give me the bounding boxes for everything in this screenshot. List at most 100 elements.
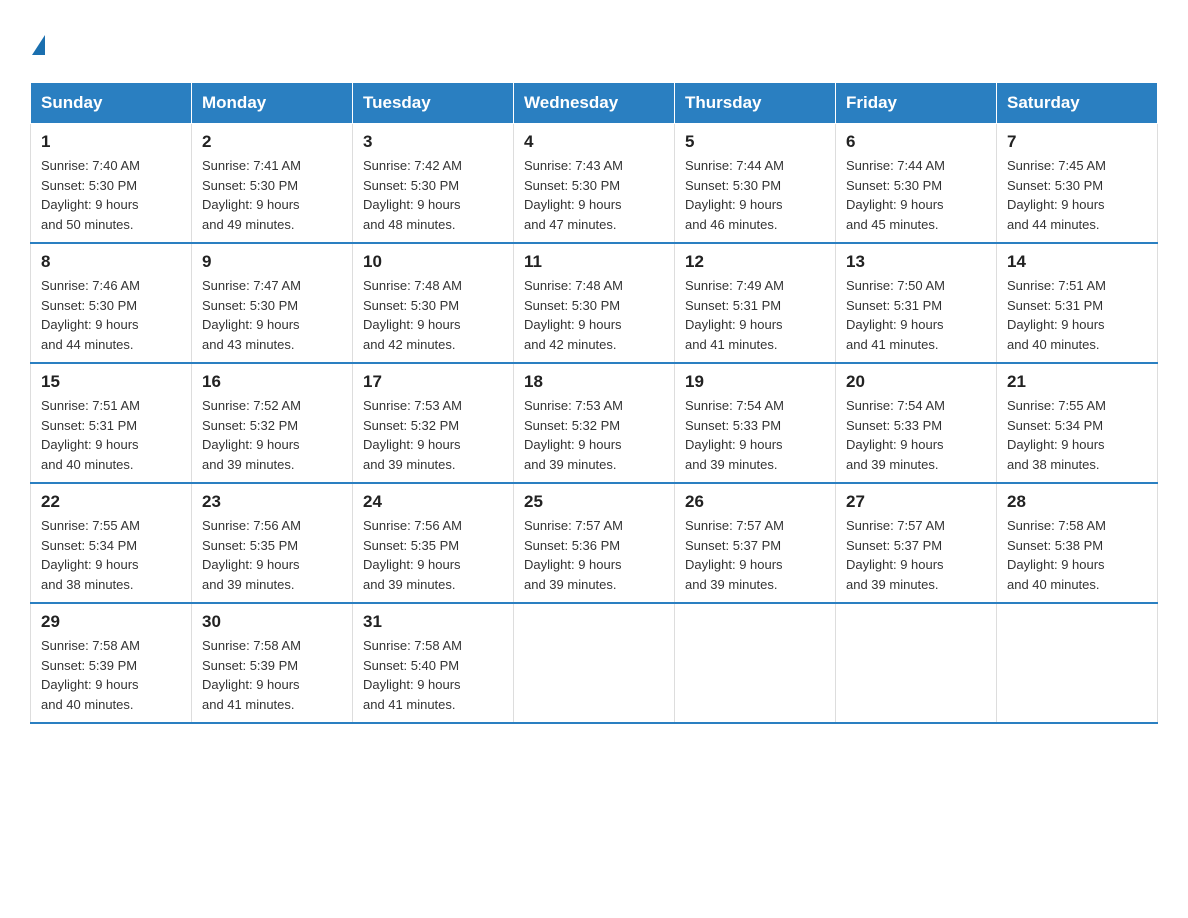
- calendar-day-cell: 17 Sunrise: 7:53 AMSunset: 5:32 PMDayligh…: [353, 363, 514, 483]
- day-number: 16: [202, 372, 342, 392]
- day-info: Sunrise: 7:41 AMSunset: 5:30 PMDaylight:…: [202, 156, 342, 234]
- calendar-day-cell: 22 Sunrise: 7:55 AMSunset: 5:34 PMDayligh…: [31, 483, 192, 603]
- weekday-header-monday: Monday: [192, 83, 353, 124]
- calendar-day-cell: [675, 603, 836, 723]
- day-info: Sunrise: 7:58 AMSunset: 5:38 PMDaylight:…: [1007, 516, 1147, 594]
- day-number: 12: [685, 252, 825, 272]
- day-info: Sunrise: 7:46 AMSunset: 5:30 PMDaylight:…: [41, 276, 181, 354]
- day-info: Sunrise: 7:53 AMSunset: 5:32 PMDaylight:…: [363, 396, 503, 474]
- calendar-week-row: 15 Sunrise: 7:51 AMSunset: 5:31 PMDayligh…: [31, 363, 1158, 483]
- calendar-day-cell: 12 Sunrise: 7:49 AMSunset: 5:31 PMDayligh…: [675, 243, 836, 363]
- day-info: Sunrise: 7:40 AMSunset: 5:30 PMDaylight:…: [41, 156, 181, 234]
- calendar-week-row: 8Sunrise: 7:46 AMSunset: 5:30 PMDaylight…: [31, 243, 1158, 363]
- calendar-day-cell: [836, 603, 997, 723]
- day-number: 21: [1007, 372, 1147, 392]
- day-number: 25: [524, 492, 664, 512]
- calendar-day-cell: 9Sunrise: 7:47 AMSunset: 5:30 PMDaylight…: [192, 243, 353, 363]
- weekday-header-sunday: Sunday: [31, 83, 192, 124]
- calendar-day-cell: 16 Sunrise: 7:52 AMSunset: 5:32 PMDayligh…: [192, 363, 353, 483]
- day-info: Sunrise: 7:49 AMSunset: 5:31 PMDaylight:…: [685, 276, 825, 354]
- page-header: [30, 20, 1158, 62]
- day-info: Sunrise: 7:56 AMSunset: 5:35 PMDaylight:…: [202, 516, 342, 594]
- calendar-day-cell: 25 Sunrise: 7:57 AMSunset: 5:36 PMDayligh…: [514, 483, 675, 603]
- calendar-day-cell: 10 Sunrise: 7:48 AMSunset: 5:30 PMDayligh…: [353, 243, 514, 363]
- day-number: 18: [524, 372, 664, 392]
- day-info: Sunrise: 7:55 AMSunset: 5:34 PMDaylight:…: [1007, 396, 1147, 474]
- day-info: Sunrise: 7:58 AMSunset: 5:40 PMDaylight:…: [363, 636, 503, 714]
- day-info: Sunrise: 7:54 AMSunset: 5:33 PMDaylight:…: [685, 396, 825, 474]
- day-info: Sunrise: 7:48 AMSunset: 5:30 PMDaylight:…: [524, 276, 664, 354]
- calendar-day-cell: 15 Sunrise: 7:51 AMSunset: 5:31 PMDayligh…: [31, 363, 192, 483]
- day-number: 24: [363, 492, 503, 512]
- day-number: 2: [202, 132, 342, 152]
- day-info: Sunrise: 7:44 AMSunset: 5:30 PMDaylight:…: [846, 156, 986, 234]
- calendar-day-cell: 23 Sunrise: 7:56 AMSunset: 5:35 PMDayligh…: [192, 483, 353, 603]
- day-number: 30: [202, 612, 342, 632]
- day-number: 19: [685, 372, 825, 392]
- calendar-day-cell: 5Sunrise: 7:44 AMSunset: 5:30 PMDaylight…: [675, 124, 836, 244]
- calendar-day-cell: 18 Sunrise: 7:53 AMSunset: 5:32 PMDayligh…: [514, 363, 675, 483]
- day-info: Sunrise: 7:51 AMSunset: 5:31 PMDaylight:…: [1007, 276, 1147, 354]
- calendar-day-cell: 29 Sunrise: 7:58 AMSunset: 5:39 PMDayligh…: [31, 603, 192, 723]
- day-number: 20: [846, 372, 986, 392]
- day-number: 7: [1007, 132, 1147, 152]
- day-number: 15: [41, 372, 181, 392]
- day-number: 14: [1007, 252, 1147, 272]
- calendar-week-row: 22 Sunrise: 7:55 AMSunset: 5:34 PMDayligh…: [31, 483, 1158, 603]
- day-number: 29: [41, 612, 181, 632]
- calendar-day-cell: 19 Sunrise: 7:54 AMSunset: 5:33 PMDayligh…: [675, 363, 836, 483]
- calendar-day-cell: 7 Sunrise: 7:45 AMSunset: 5:30 PMDaylight…: [997, 124, 1158, 244]
- day-info: Sunrise: 7:52 AMSunset: 5:32 PMDaylight:…: [202, 396, 342, 474]
- calendar-day-cell: 27Sunrise: 7:57 AMSunset: 5:37 PMDayligh…: [836, 483, 997, 603]
- calendar-day-cell: 31 Sunrise: 7:58 AMSunset: 5:40 PMDayligh…: [353, 603, 514, 723]
- calendar-day-cell: 24 Sunrise: 7:56 AMSunset: 5:35 PMDayligh…: [353, 483, 514, 603]
- day-info: Sunrise: 7:53 AMSunset: 5:32 PMDaylight:…: [524, 396, 664, 474]
- weekday-header-friday: Friday: [836, 83, 997, 124]
- calendar-day-cell: 30 Sunrise: 7:58 AMSunset: 5:39 PMDayligh…: [192, 603, 353, 723]
- logo-icon: [30, 30, 45, 62]
- day-info: Sunrise: 7:58 AMSunset: 5:39 PMDaylight:…: [202, 636, 342, 714]
- calendar-day-cell: 8Sunrise: 7:46 AMSunset: 5:30 PMDaylight…: [31, 243, 192, 363]
- calendar-table: SundayMondayTuesdayWednesdayThursdayFrid…: [30, 82, 1158, 724]
- day-info: Sunrise: 7:58 AMSunset: 5:39 PMDaylight:…: [41, 636, 181, 714]
- day-info: Sunrise: 7:50 AMSunset: 5:31 PMDaylight:…: [846, 276, 986, 354]
- weekday-header-saturday: Saturday: [997, 83, 1158, 124]
- day-info: Sunrise: 7:57 AMSunset: 5:37 PMDaylight:…: [685, 516, 825, 594]
- calendar-week-row: 1 Sunrise: 7:40 AMSunset: 5:30 PMDaylight…: [31, 124, 1158, 244]
- day-info: Sunrise: 7:57 AMSunset: 5:36 PMDaylight:…: [524, 516, 664, 594]
- day-number: 9: [202, 252, 342, 272]
- day-number: 11: [524, 252, 664, 272]
- day-info: Sunrise: 7:57 AMSunset: 5:37 PMDaylight:…: [846, 516, 986, 594]
- day-info: Sunrise: 7:51 AMSunset: 5:31 PMDaylight:…: [41, 396, 181, 474]
- day-info: Sunrise: 7:56 AMSunset: 5:35 PMDaylight:…: [363, 516, 503, 594]
- day-number: 10: [363, 252, 503, 272]
- day-info: Sunrise: 7:45 AMSunset: 5:30 PMDaylight:…: [1007, 156, 1147, 234]
- calendar-day-cell: [997, 603, 1158, 723]
- calendar-day-cell: 3Sunrise: 7:42 AMSunset: 5:30 PMDaylight…: [353, 124, 514, 244]
- weekday-header-wednesday: Wednesday: [514, 83, 675, 124]
- calendar-week-row: 29 Sunrise: 7:58 AMSunset: 5:39 PMDayligh…: [31, 603, 1158, 723]
- day-number: 17: [363, 372, 503, 392]
- calendar-day-cell: 6Sunrise: 7:44 AMSunset: 5:30 PMDaylight…: [836, 124, 997, 244]
- calendar-day-cell: 20 Sunrise: 7:54 AMSunset: 5:33 PMDayligh…: [836, 363, 997, 483]
- day-number: 22: [41, 492, 181, 512]
- calendar-day-cell: 2 Sunrise: 7:41 AMSunset: 5:30 PMDaylight…: [192, 124, 353, 244]
- calendar-day-cell: 14 Sunrise: 7:51 AMSunset: 5:31 PMDayligh…: [997, 243, 1158, 363]
- calendar-day-cell: 28 Sunrise: 7:58 AMSunset: 5:38 PMDayligh…: [997, 483, 1158, 603]
- day-number: 23: [202, 492, 342, 512]
- day-number: 1: [41, 132, 181, 152]
- day-info: Sunrise: 7:42 AMSunset: 5:30 PMDaylight:…: [363, 156, 503, 234]
- day-info: Sunrise: 7:48 AMSunset: 5:30 PMDaylight:…: [363, 276, 503, 354]
- calendar-day-cell: 21 Sunrise: 7:55 AMSunset: 5:34 PMDayligh…: [997, 363, 1158, 483]
- weekday-header-thursday: Thursday: [675, 83, 836, 124]
- day-number: 31: [363, 612, 503, 632]
- weekday-header-row: SundayMondayTuesdayWednesdayThursdayFrid…: [31, 83, 1158, 124]
- calendar-day-cell: [514, 603, 675, 723]
- weekday-header-tuesday: Tuesday: [353, 83, 514, 124]
- day-number: 26: [685, 492, 825, 512]
- logo: [30, 30, 45, 62]
- day-info: Sunrise: 7:54 AMSunset: 5:33 PMDaylight:…: [846, 396, 986, 474]
- day-info: Sunrise: 7:55 AMSunset: 5:34 PMDaylight:…: [41, 516, 181, 594]
- day-number: 28: [1007, 492, 1147, 512]
- day-info: Sunrise: 7:43 AMSunset: 5:30 PMDaylight:…: [524, 156, 664, 234]
